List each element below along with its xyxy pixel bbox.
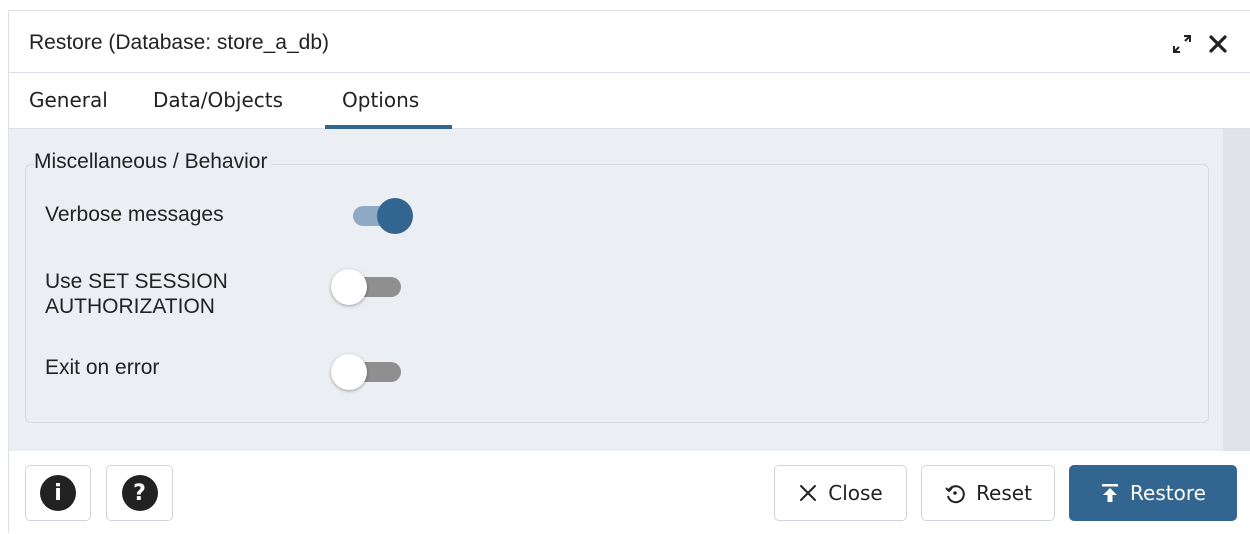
info-icon: i bbox=[40, 475, 76, 511]
dialog-title: Restore (Database: store_a_db) bbox=[29, 31, 329, 54]
verbose-messages-label: Verbose messages bbox=[45, 203, 224, 226]
toggle-knob bbox=[331, 269, 367, 305]
tab-options[interactable]: Options bbox=[342, 88, 419, 112]
set-session-authorization-toggle[interactable] bbox=[331, 267, 407, 307]
info-button[interactable]: i bbox=[25, 465, 91, 521]
expand-icon[interactable] bbox=[1171, 33, 1193, 60]
upload-icon bbox=[1100, 483, 1120, 503]
close-button[interactable]: Close bbox=[774, 465, 907, 521]
dialog-titlebar: Restore (Database: store_a_db) bbox=[9, 11, 1250, 73]
close-x-icon bbox=[798, 483, 818, 503]
set-session-authorization-label: Use SET SESSION AUTHORIZATION bbox=[45, 270, 228, 318]
tab-data-objects[interactable]: Data/Objects bbox=[153, 88, 283, 112]
tab-general[interactable]: General bbox=[29, 88, 108, 112]
close-icon[interactable] bbox=[1207, 33, 1229, 60]
restore-dialog: Restore (Database: store_a_db) General D… bbox=[8, 10, 1250, 534]
dialog-footer: i ? Close Reset Restore bbox=[9, 451, 1250, 534]
reset-button-label: Reset bbox=[976, 481, 1032, 505]
exit-on-error-label: Exit on error bbox=[45, 356, 160, 379]
help-icon: ? bbox=[121, 475, 158, 511]
fieldset-legend: Miscellaneous / Behavior bbox=[34, 150, 272, 174]
tab-bar: General Data/Objects Options bbox=[9, 73, 1250, 129]
toggle-knob bbox=[331, 354, 367, 390]
reset-button[interactable]: Reset bbox=[921, 465, 1055, 521]
help-button[interactable]: ? bbox=[106, 465, 173, 521]
exit-on-error-toggle[interactable] bbox=[331, 352, 407, 392]
panel-scrollbar[interactable] bbox=[1223, 129, 1250, 451]
restore-button-label: Restore bbox=[1130, 481, 1206, 505]
reset-icon bbox=[944, 482, 966, 504]
options-panel: Miscellaneous / Behavior Verbose message… bbox=[9, 129, 1223, 451]
close-button-label: Close bbox=[828, 481, 883, 505]
toggle-knob bbox=[377, 198, 413, 234]
verbose-messages-toggle[interactable] bbox=[345, 196, 413, 236]
restore-button[interactable]: Restore bbox=[1069, 465, 1237, 521]
